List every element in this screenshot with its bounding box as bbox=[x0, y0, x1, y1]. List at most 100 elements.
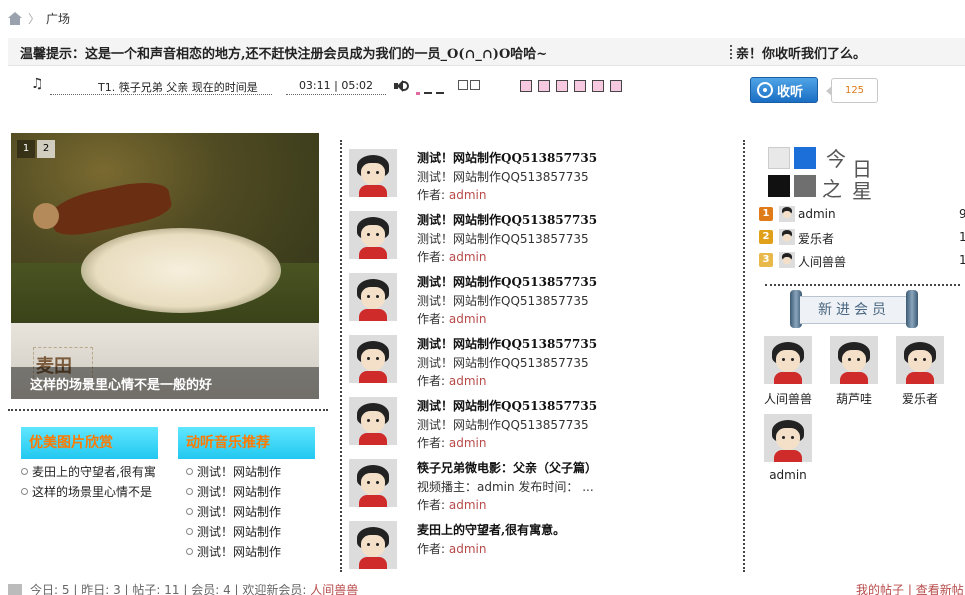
volume-icon[interactable] bbox=[394, 79, 409, 93]
rank-user[interactable]: 爱乐者 bbox=[798, 230, 834, 247]
star-title-char: 今 bbox=[826, 147, 846, 171]
list-item[interactable]: 测试！网站制作 bbox=[185, 543, 305, 563]
slide-page-2[interactable]: 2 bbox=[37, 140, 55, 158]
post-desc: 测试！网站制作QQ513857735 bbox=[417, 294, 589, 308]
site-stats: 今日: 5 | 昨日: 3 | 帖子: 11 | 会员: 4 | 欢迎新会员: … bbox=[30, 583, 359, 595]
divider bbox=[765, 284, 960, 286]
player-control-3[interactable] bbox=[556, 80, 568, 92]
home-icon[interactable] bbox=[8, 11, 22, 25]
avatar[interactable] bbox=[349, 521, 397, 569]
member-name[interactable]: admin bbox=[758, 468, 818, 482]
music-note-icon: ♫ bbox=[31, 76, 44, 92]
divider bbox=[340, 140, 342, 572]
avatar[interactable] bbox=[764, 336, 812, 384]
view-new-posts-link[interactable]: 查看新帖 bbox=[916, 583, 964, 595]
list-item[interactable]: 测试！网站制作 bbox=[185, 523, 305, 543]
post-author: 作者: admin bbox=[417, 498, 487, 512]
member-card[interactable]: 爱乐者 bbox=[890, 336, 950, 407]
avatar[interactable] bbox=[349, 397, 397, 445]
list-item[interactable]: 测试！网站制作 bbox=[185, 503, 305, 523]
avatar[interactable] bbox=[349, 149, 397, 197]
volume-slider[interactable] bbox=[416, 84, 456, 96]
post-title[interactable]: 测试！网站制作QQ513857735 bbox=[417, 335, 597, 352]
member-name[interactable]: 爱乐者 bbox=[890, 390, 950, 407]
breadcrumb-separator-icon: 〉 bbox=[28, 11, 41, 26]
player-control-2[interactable] bbox=[538, 80, 550, 92]
list-item[interactable]: 测试！网站制作 bbox=[185, 463, 305, 483]
post-author: 作者: admin bbox=[417, 436, 487, 450]
rank-user[interactable]: 人间兽兽 bbox=[798, 253, 846, 270]
member-name[interactable]: 人间兽兽 bbox=[758, 390, 818, 407]
ranking-row: 3 人间兽兽 1 bbox=[759, 252, 965, 272]
post-item: 筷子兄弟微电影：父亲（父子篇） 视频播主：admin 发布时间： ... 作者:… bbox=[349, 459, 729, 512]
post-title[interactable]: 筷子兄弟微电影：父亲（父子篇） bbox=[417, 459, 597, 476]
post-item: 测试！网站制作QQ513857735 测试！网站制作QQ513857735 作者… bbox=[349, 211, 729, 264]
music-section-title[interactable]: 动听音乐推荐 bbox=[178, 427, 315, 459]
slide-caption[interactable]: 这样的场景里心情不是一般的好 bbox=[30, 374, 212, 393]
star-title-char: 星 bbox=[852, 179, 872, 203]
post-author: 作者: admin bbox=[417, 374, 487, 388]
author-link[interactable]: admin bbox=[449, 374, 487, 388]
fullscreen-button[interactable] bbox=[470, 80, 480, 90]
player-control-6[interactable] bbox=[610, 80, 622, 92]
rank-value: 1 bbox=[959, 230, 965, 244]
pictures-section-title[interactable]: 优美图片欣赏 bbox=[21, 427, 158, 459]
post-title[interactable]: 测试！网站制作QQ513857735 bbox=[417, 149, 597, 166]
avatar[interactable] bbox=[830, 336, 878, 384]
avatar[interactable] bbox=[779, 252, 795, 268]
listen-count-badge: 125 bbox=[826, 78, 878, 103]
avatar[interactable] bbox=[779, 206, 795, 222]
new-member-link[interactable]: 人间兽兽 bbox=[310, 583, 358, 595]
divider bbox=[743, 140, 745, 572]
member-card[interactable]: admin bbox=[758, 414, 818, 482]
list-item[interactable]: 这样的场景里心情不是 bbox=[20, 483, 160, 503]
notice-bar: 温馨提示：这是一个和声音相恋的地方,还不赶快注册会员成为我们的一员_O(∩_∩)… bbox=[8, 38, 965, 66]
post-desc: 测试！网站制作QQ513857735 bbox=[417, 418, 589, 432]
post-title[interactable]: 测试！网站制作QQ513857735 bbox=[417, 273, 597, 290]
player-control-1[interactable] bbox=[520, 80, 532, 92]
new-members-banner: 新进会员 bbox=[768, 290, 918, 330]
my-posts-link[interactable]: 我的帖子 bbox=[856, 583, 904, 595]
list-item[interactable]: 麦田上的守望者,很有寓 bbox=[20, 463, 160, 483]
list-item[interactable]: 测试！网站制作 bbox=[185, 483, 305, 503]
avatar[interactable] bbox=[896, 336, 944, 384]
post-item: 测试！网站制作QQ513857735 测试！网站制作QQ513857735 作者… bbox=[349, 149, 729, 202]
author-link[interactable]: admin bbox=[449, 312, 487, 326]
avatar[interactable] bbox=[764, 414, 812, 462]
post-title[interactable]: 测试！网站制作QQ513857735 bbox=[417, 397, 597, 414]
avatar[interactable] bbox=[349, 273, 397, 321]
listen-button[interactable]: 收听 bbox=[750, 77, 818, 103]
post-title[interactable]: 麦田上的守望者,很有寓意。 bbox=[417, 521, 565, 538]
breadcrumb-current[interactable]: 广场 bbox=[46, 10, 70, 27]
avatar[interactable] bbox=[349, 211, 397, 259]
member-card[interactable]: 人间兽兽 bbox=[758, 336, 818, 407]
post-title[interactable]: 测试！网站制作QQ513857735 bbox=[417, 211, 597, 228]
rank-user[interactable]: admin bbox=[798, 207, 836, 221]
player-control-4[interactable] bbox=[574, 80, 586, 92]
notice-right-text: 亲！你收听我们了么。 bbox=[729, 43, 866, 62]
post-desc: 测试！网站制作QQ513857735 bbox=[417, 356, 589, 370]
stop-button[interactable] bbox=[458, 80, 468, 90]
ranking-row: 1 admin 9 bbox=[759, 206, 965, 226]
avatar[interactable] bbox=[349, 335, 397, 383]
post-desc: 测试！网站制作QQ513857735 bbox=[417, 170, 589, 184]
slideshow[interactable]: 麦田 这样的场景里心情不是一般的好 1 2 bbox=[11, 133, 319, 399]
author-link[interactable]: admin bbox=[449, 436, 487, 450]
player-control-5[interactable] bbox=[592, 80, 604, 92]
post-desc: 测试！网站制作QQ513857735 bbox=[417, 232, 589, 246]
slide-page-1[interactable]: 1 bbox=[17, 140, 35, 158]
star-title-char: 之 bbox=[822, 177, 842, 201]
author-link[interactable]: admin bbox=[449, 188, 487, 202]
member-name[interactable]: 葫芦哇 bbox=[824, 390, 884, 407]
avatar[interactable] bbox=[349, 459, 397, 507]
avatar[interactable] bbox=[779, 229, 795, 245]
member-card[interactable]: 葫芦哇 bbox=[824, 336, 884, 407]
post-author: 作者: admin bbox=[417, 312, 487, 326]
post-author: 作者: admin bbox=[417, 542, 487, 556]
author-link[interactable]: admin bbox=[449, 542, 487, 556]
rank-badge: 3 bbox=[759, 253, 773, 267]
post-item: 测试！网站制作QQ513857735 测试！网站制作QQ513857735 作者… bbox=[349, 397, 729, 450]
post-author: 作者: admin bbox=[417, 188, 487, 202]
author-link[interactable]: admin bbox=[449, 250, 487, 264]
author-link[interactable]: admin bbox=[449, 498, 487, 512]
